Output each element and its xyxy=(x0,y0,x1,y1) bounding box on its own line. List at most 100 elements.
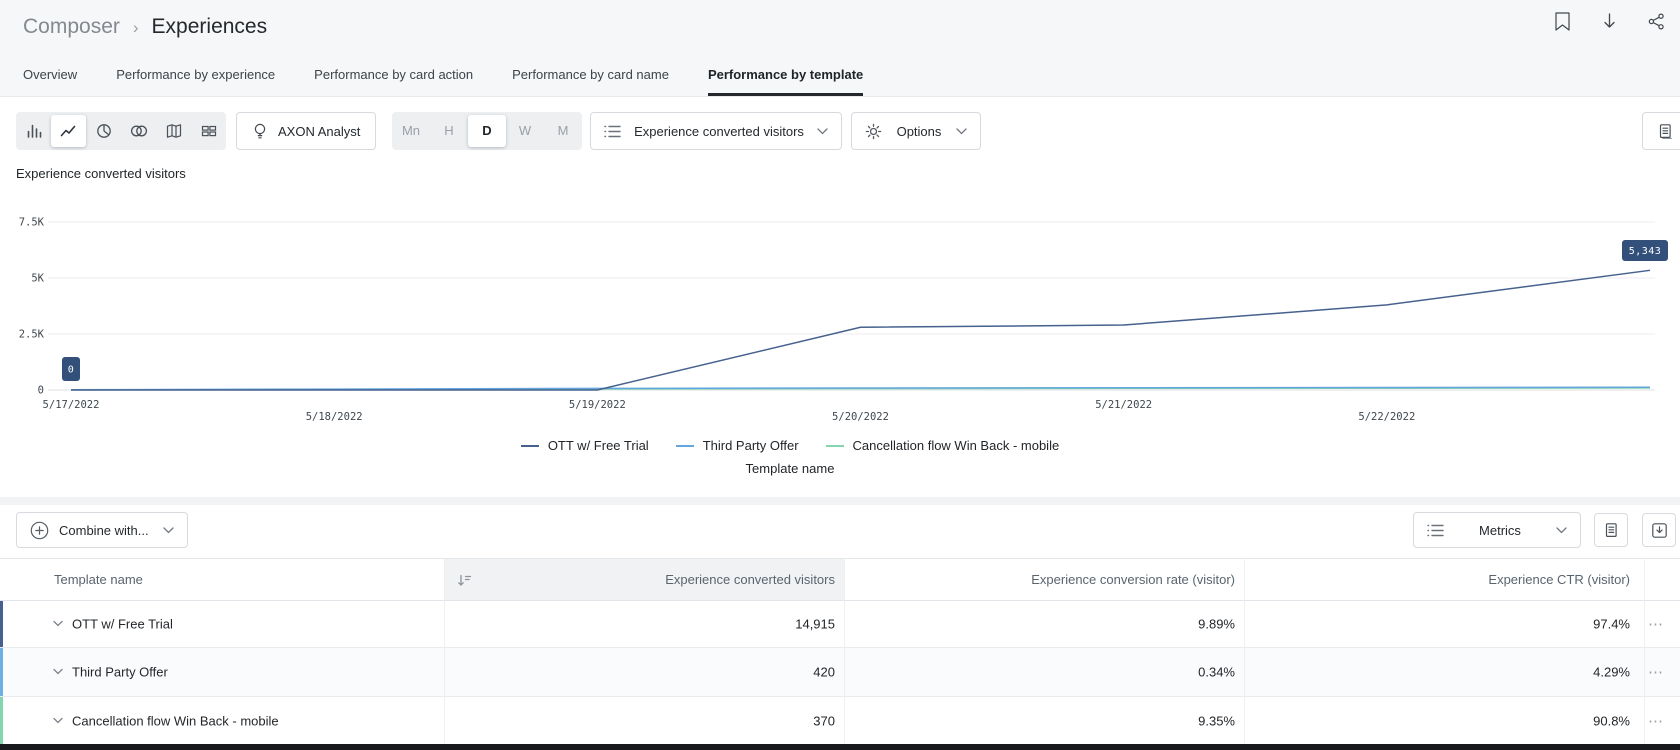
axon-analyst-button[interactable]: AXON Analyst xyxy=(236,112,376,150)
chart-type-switcher xyxy=(16,112,226,150)
metrics-dropdown[interactable]: Metrics xyxy=(1413,512,1581,548)
conversion-rate-cell: 9.35% xyxy=(1198,713,1235,728)
map-chart-icon[interactable] xyxy=(156,112,191,150)
report-view-button[interactable] xyxy=(1642,112,1680,150)
options-dropdown[interactable]: Options xyxy=(851,112,981,150)
legend-dash-icon xyxy=(521,445,539,447)
bookmark-icon[interactable] xyxy=(1550,9,1574,33)
line-chart-icon[interactable] xyxy=(51,115,86,147)
combine-with-label: Combine with... xyxy=(59,523,149,538)
svg-text:5K: 5K xyxy=(31,273,44,285)
breadcrumb-parent[interactable]: Composer xyxy=(23,15,120,39)
granularity-m[interactable]: M xyxy=(544,112,582,150)
share-icon[interactable] xyxy=(1644,9,1668,33)
row-expand-chevron-icon[interactable] xyxy=(53,621,63,628)
metric-dropdown-value: Experience converted visitors xyxy=(631,124,807,139)
row-expand-chevron-icon[interactable] xyxy=(53,717,63,724)
chevron-down-icon xyxy=(956,128,967,135)
header-actions xyxy=(1550,9,1668,33)
row-menu-button[interactable]: ⋯ xyxy=(1648,712,1663,730)
time-granularity-switcher: MnHDWM xyxy=(392,112,582,150)
row-series-marker xyxy=(0,601,3,647)
legend-item-ott-w-free-trial[interactable]: OTT w/ Free Trial xyxy=(521,438,649,453)
column-header-ctr[interactable]: Experience CTR (visitor) xyxy=(1488,572,1630,587)
template-table: Template name Experience converted visit… xyxy=(0,558,1680,745)
list-icon xyxy=(604,125,621,138)
converted-visitors-cell: 420 xyxy=(813,665,835,680)
table-download-button[interactable] xyxy=(1642,513,1676,547)
svg-text:7.5K: 7.5K xyxy=(19,217,45,229)
breadcrumb: Composer › Experiences xyxy=(23,15,267,39)
column-header-conversion-rate[interactable]: Experience conversion rate (visitor) xyxy=(1031,572,1235,587)
tab-performance-by-card-name[interactable]: Performance by card name xyxy=(512,57,669,96)
template-name-cell: Third Party Offer xyxy=(72,665,168,680)
granularity-mn[interactable]: Mn xyxy=(392,112,430,150)
converted-visitors-cell: 370 xyxy=(813,713,835,728)
column-header-template-name[interactable]: Template name xyxy=(54,572,143,587)
section-divider xyxy=(0,497,1680,505)
template-name-cell: Cancellation flow Win Back - mobile xyxy=(72,713,279,728)
granularity-h[interactable]: H xyxy=(430,112,468,150)
metric-dropdown[interactable]: Experience converted visitors xyxy=(590,112,842,150)
svg-text:5/22/2022: 5/22/2022 xyxy=(1358,411,1415,423)
tab-performance-by-card-action[interactable]: Performance by card action xyxy=(314,57,473,96)
chevron-down-icon xyxy=(163,527,174,534)
svg-text:2.5K: 2.5K xyxy=(19,329,45,341)
column-header-converted-visitors[interactable]: Experience converted visitors xyxy=(665,572,835,587)
legend-dash-icon xyxy=(676,445,694,447)
tab-overview[interactable]: Overview xyxy=(23,57,77,96)
conversion-rate-cell: 9.89% xyxy=(1198,617,1235,632)
svg-text:5/17/2022: 5/17/2022 xyxy=(43,399,100,411)
legend-dash-icon xyxy=(826,445,844,447)
row-menu-button[interactable]: ⋯ xyxy=(1648,663,1663,681)
page-header: Composer › Experiences Overview Performan… xyxy=(0,0,1680,97)
chevron-down-icon xyxy=(817,128,828,135)
list-icon xyxy=(1427,524,1444,537)
download-box-icon xyxy=(1651,522,1668,539)
conversion-rate-cell: 0.34% xyxy=(1198,665,1235,680)
chart-x-axis-title: Template name xyxy=(0,461,1580,476)
gear-icon xyxy=(865,123,882,140)
legend-label: Cancellation flow Win Back - mobile xyxy=(853,438,1060,453)
granularity-d[interactable]: D xyxy=(468,115,506,147)
table-row-cancellation-flow-win-back-mobile[interactable]: Cancellation flow Win Back - mobile 370 9.… xyxy=(0,697,1680,745)
download-icon[interactable] xyxy=(1597,9,1621,33)
table-row-third-party-offer[interactable]: Third Party Offer4200.34%4.29%⋯ xyxy=(0,648,1680,697)
table-header-row: Template name Experience converted visit… xyxy=(0,558,1680,601)
row-series-marker xyxy=(0,648,3,696)
page-title: Experiences xyxy=(152,15,268,39)
pie-chart-icon[interactable] xyxy=(86,112,121,150)
converted-visitors-cell: 14,915 xyxy=(795,617,835,632)
svg-text:5,343: 5,343 xyxy=(1629,246,1662,257)
tab-performance-by-experience[interactable]: Performance by experience xyxy=(116,57,275,96)
svg-text:5/21/2022: 5/21/2022 xyxy=(1095,399,1152,411)
chart-title: Experience converted visitors xyxy=(16,166,186,181)
row-menu-button[interactable]: ⋯ xyxy=(1648,615,1663,633)
row-series-marker xyxy=(0,697,3,744)
chevron-down-icon xyxy=(1556,527,1567,534)
row-expand-chevron-icon[interactable] xyxy=(53,669,63,676)
table-body: OTT w/ Free Trial14,9159.89%97.4%⋯Third … xyxy=(0,601,1680,745)
options-dropdown-value: Options xyxy=(891,124,947,139)
svg-text:0: 0 xyxy=(38,385,44,397)
bottom-edge-bar xyxy=(0,744,1680,750)
legend-item-third-party-offer[interactable]: Third Party Offer xyxy=(676,438,799,453)
report-icon xyxy=(1657,123,1674,140)
legend-label: OTT w/ Free Trial xyxy=(548,438,649,453)
table-row-ott-w-free-trial[interactable]: OTT w/ Free Trial14,9159.89%97.4%⋯ xyxy=(0,601,1680,648)
metrics-dropdown-value: Metrics xyxy=(1454,523,1546,538)
combine-with-button[interactable]: Combine with... xyxy=(16,512,188,548)
chart-svg: 7.5K5K2.5K05/17/20225/18/20225/19/20225/… xyxy=(0,200,1680,428)
lightbulb-icon xyxy=(252,122,268,140)
sort-descending-icon[interactable] xyxy=(457,573,472,591)
venn-chart-icon[interactable] xyxy=(121,112,156,150)
legend-label: Third Party Offer xyxy=(703,438,799,453)
granularity-w[interactable]: W xyxy=(506,112,544,150)
cards-chart-icon[interactable] xyxy=(191,112,226,150)
legend-item-cancellation-flow-win-back-mobile[interactable]: Cancellation flow Win Back - mobile xyxy=(826,438,1060,453)
report-icon xyxy=(1603,522,1620,539)
tab-performance-by-template[interactable]: Performance by template xyxy=(708,57,863,96)
breadcrumb-chevron-icon: › xyxy=(133,16,139,38)
bar-chart-icon[interactable] xyxy=(16,112,51,150)
table-report-button[interactable] xyxy=(1594,513,1628,547)
